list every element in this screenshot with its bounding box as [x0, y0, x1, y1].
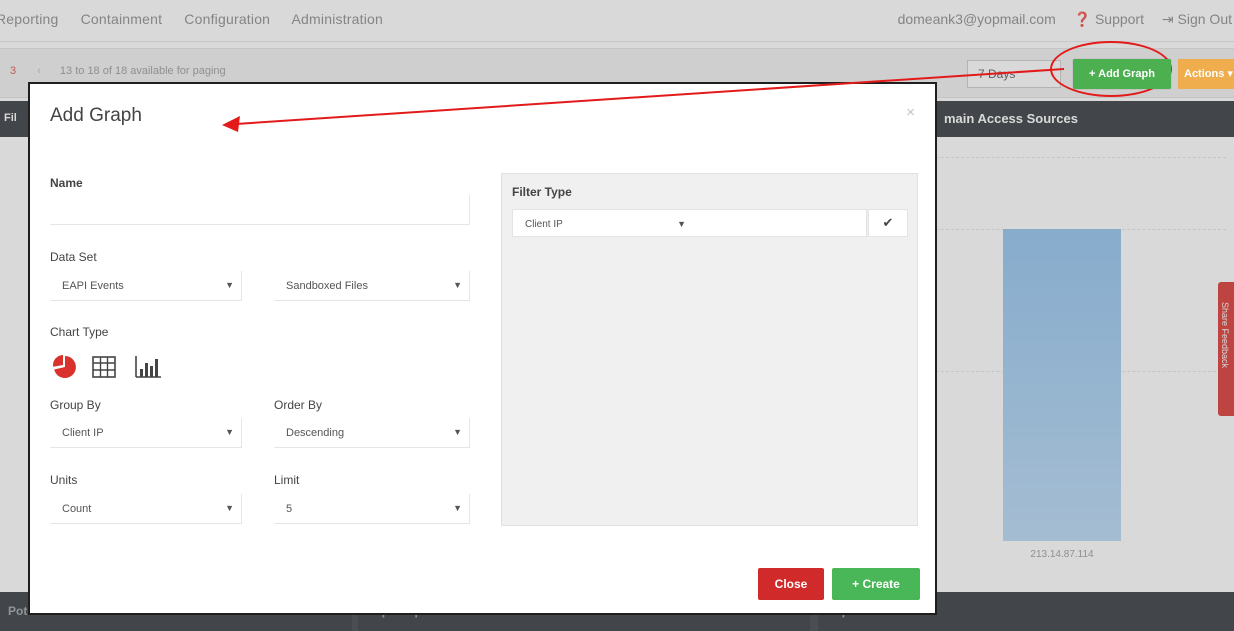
create-button[interactable]: + Create [832, 568, 920, 600]
pie-chart-icon[interactable] [52, 354, 78, 385]
actions-button-highlighted[interactable]: Actions ▾ [1178, 59, 1234, 89]
chevron-down-icon: ▼ [225, 427, 234, 437]
group-by-label: Group By [50, 398, 101, 412]
close-button[interactable]: Close [758, 568, 824, 600]
close-icon[interactable]: × [906, 104, 915, 121]
order-by-select[interactable]: Descending ▼ [274, 418, 470, 448]
chevron-down-icon: ▼ [453, 427, 462, 437]
chevron-down-icon: ▼ [453, 280, 462, 290]
limit-label: Limit [274, 473, 300, 487]
chevron-down-icon: ▼ [225, 280, 234, 290]
chart-type-label: Chart Type [50, 325, 109, 339]
units-label: Units [50, 473, 78, 487]
order-by-value: Descending [286, 427, 345, 439]
modal-title: Add Graph [50, 105, 142, 126]
limit-value: 5 [286, 503, 293, 515]
filter-type-value: Client IP [525, 219, 563, 230]
add-graph-modal: Add Graph × Name Data Set EAPI Events ▼ … [28, 82, 937, 615]
chevron-down-icon: ▼ [677, 219, 686, 229]
name-field[interactable] [50, 195, 470, 225]
actions-label: Actions [1184, 68, 1225, 80]
name-label: Name [50, 176, 83, 190]
dataset-secondary-select[interactable]: Sandboxed Files ▼ [274, 271, 470, 301]
chevron-down-icon: ▼ [453, 503, 462, 513]
order-by-label: Order By [274, 398, 323, 412]
chevron-down-icon: ▼ [225, 503, 234, 513]
checkmark-icon[interactable]: ✔ [868, 209, 908, 237]
filter-type-label: Filter Type [512, 185, 572, 199]
dataset-secondary-value: Sandboxed Files [286, 280, 368, 292]
limit-select[interactable]: 5 ▼ [274, 494, 470, 524]
table-icon[interactable] [92, 356, 116, 383]
group-by-value: Client IP [62, 427, 104, 439]
bar-chart-icon[interactable] [134, 355, 162, 384]
group-by-select[interactable]: Client IP ▼ [50, 418, 242, 448]
filter-panel: Filter Type Client IP ▼ ✔ [501, 173, 918, 526]
dataset-primary-select[interactable]: EAPI Events ▼ [50, 271, 242, 301]
filter-type-select[interactable]: Client IP ▼ [512, 209, 867, 237]
dataset-label: Data Set [50, 250, 97, 264]
add-graph-button-highlighted[interactable]: + Add Graph [1073, 59, 1171, 89]
units-select[interactable]: Count ▼ [50, 494, 242, 524]
dataset-primary-value: EAPI Events [62, 280, 124, 292]
units-value: Count [62, 503, 92, 515]
